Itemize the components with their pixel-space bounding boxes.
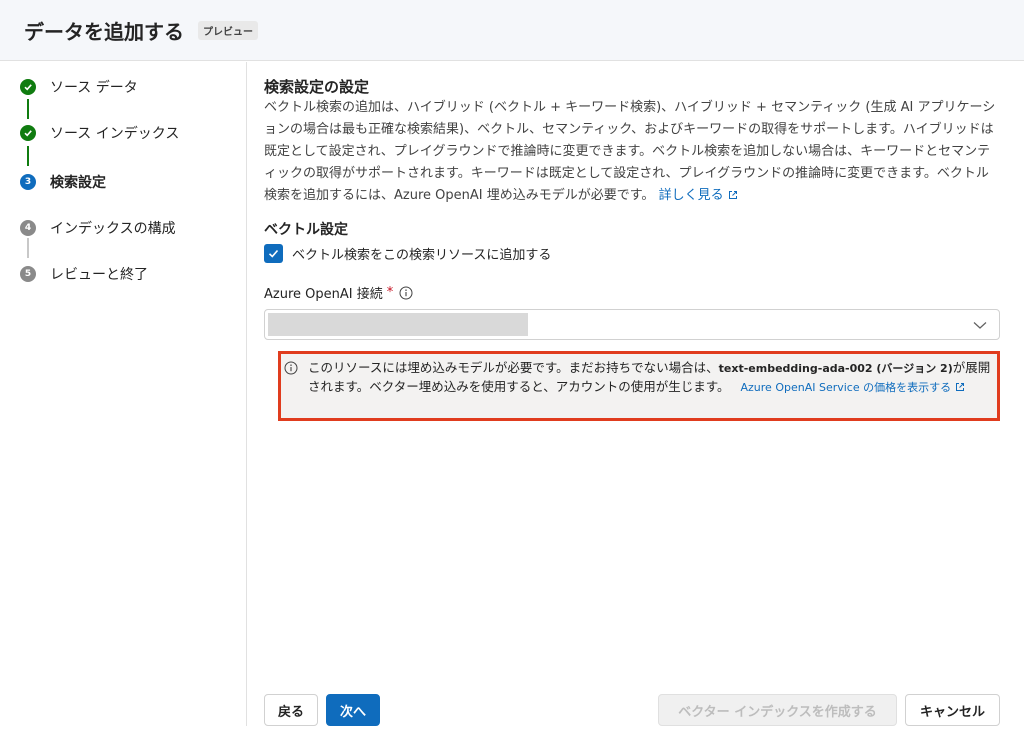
- info-message: このリソースには埋め込みモデルが必要です。まだお持ちでない場合は、text-em…: [308, 359, 998, 397]
- connection-label: Azure OpenAI 接続 *: [264, 283, 413, 302]
- step-label: 検索設定: [50, 175, 106, 191]
- add-vector-search-option[interactable]: ベクトル検索をこの検索リソースに追加する: [264, 244, 551, 263]
- step-source-index[interactable]: ソース インデックス: [20, 123, 179, 143]
- preview-badge: プレビュー: [198, 20, 258, 40]
- checkmark-icon: [268, 249, 279, 258]
- step-index-config[interactable]: 4 インデックスの構成: [20, 218, 176, 238]
- step-number: 3: [20, 174, 36, 190]
- step-connector: [27, 146, 29, 166]
- embedding-model-info-bar: このリソースには埋め込みモデルが必要です。まだお持ちでない場合は、text-em…: [278, 351, 1000, 421]
- create-vector-index-button[interactable]: ベクター インデックスを作成する: [658, 694, 897, 726]
- pricing-link[interactable]: Azure OpenAI Service の価格を表示する: [734, 381, 966, 394]
- external-link-icon: [956, 383, 965, 391]
- step-label: ソース データ: [50, 80, 138, 96]
- section-description: ベクトル検索の追加は、ハイブリッド (ベクトル + キーワード検索)、ハイブリッ…: [264, 97, 1000, 207]
- info-icon: [284, 361, 298, 375]
- dialog-header: データを追加する プレビュー: [0, 0, 1024, 61]
- cancel-button[interactable]: キャンセル: [905, 694, 1000, 726]
- step-number: 5: [20, 266, 36, 282]
- model-name: text-embedding-ada-002 (バージョン 2): [718, 362, 953, 375]
- back-button[interactable]: 戻る: [264, 694, 318, 726]
- step-label: インデックスの構成: [50, 221, 176, 237]
- info-text: このリソースには埋め込みモデルが必要です。まだお持ちでない場合は、: [308, 360, 719, 375]
- redacted-selection: [268, 313, 528, 336]
- step-number: 4: [20, 220, 36, 236]
- step-review-finish[interactable]: 5 レビューと終了: [20, 264, 148, 284]
- info-icon[interactable]: [399, 286, 413, 300]
- checkmark-icon: [20, 79, 36, 95]
- step-connector: [27, 238, 29, 258]
- description-text: ベクトル検索の追加は、ハイブリッド (ベクトル + キーワード検索)、ハイブリッ…: [264, 100, 996, 203]
- step-label: レビューと終了: [50, 267, 148, 283]
- next-button[interactable]: 次へ: [326, 694, 380, 726]
- add-vector-search-checkbox[interactable]: [264, 244, 283, 263]
- step-search-settings[interactable]: 3 検索設定: [20, 172, 106, 192]
- dialog-title: データを追加する: [24, 19, 184, 44]
- connection-label-text: Azure OpenAI 接続: [264, 287, 383, 302]
- step-label: ソース インデックス: [50, 126, 180, 142]
- step-connector: [27, 99, 29, 119]
- checkmark-icon: [20, 125, 36, 141]
- step-source-data[interactable]: ソース データ: [20, 77, 138, 97]
- checkbox-label: ベクトル検索をこの検索リソースに追加する: [292, 248, 552, 263]
- chevron-down-icon: [973, 322, 987, 329]
- required-marker: *: [386, 285, 394, 300]
- azure-openai-connection-dropdown[interactable]: [264, 309, 1000, 340]
- vector-settings-title: ベクトル設定: [264, 222, 348, 238]
- wizard-steps: ソース データ ソース インデックス 3 検索設定 4 インデックスの構成 5 …: [0, 62, 247, 726]
- learn-more-link[interactable]: 詳しく見る: [659, 188, 738, 203]
- section-title: 検索設定の設定: [264, 78, 370, 96]
- external-link-icon: [728, 191, 737, 199]
